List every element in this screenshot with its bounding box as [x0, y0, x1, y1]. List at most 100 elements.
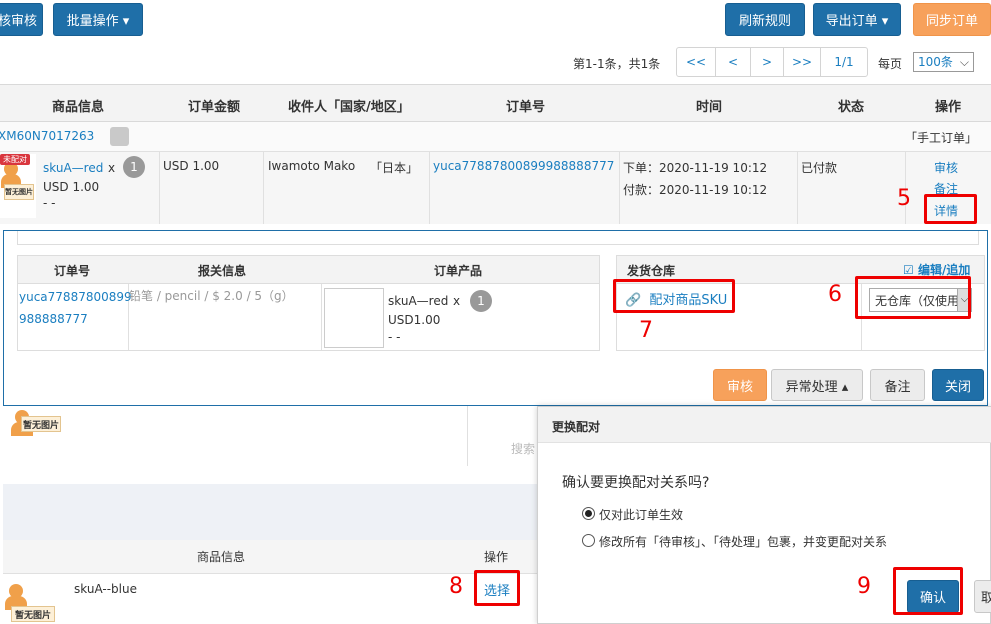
- order-amount: USD 1.00: [163, 159, 220, 173]
- detail-price: USD1.00: [388, 313, 441, 327]
- detail-audit-button[interactable]: 审核: [713, 369, 767, 401]
- option1-radio[interactable]: [582, 507, 595, 520]
- col-product: 商品信息: [52, 100, 105, 115]
- warehouse-col-title: 发货仓库: [627, 264, 676, 278]
- detail-remark-button[interactable]: 备注: [870, 369, 925, 401]
- bg-header: [3, 540, 537, 574]
- quantity-badge: 1: [123, 156, 145, 178]
- page-first-button[interactable]: <<: [676, 47, 716, 77]
- step-9-label: 9: [857, 574, 871, 599]
- bg-col-actions: 操作: [484, 550, 509, 564]
- chevron-down-icon: ⌵: [959, 55, 969, 69]
- order-price: USD 1.00: [43, 180, 100, 194]
- placed-time: 下单：2020-11-19 10:12: [623, 161, 768, 175]
- qty-x: x: [108, 161, 116, 175]
- detail-order-no-line2[interactable]: 988888777: [19, 312, 88, 326]
- order-products-header: [18, 256, 599, 284]
- cancel-label: 取: [981, 591, 991, 606]
- detail-qty-x: x: [453, 294, 461, 308]
- col-actions: 操作: [935, 100, 962, 115]
- refresh-rules-button[interactable]: 刷新规则: [725, 3, 805, 36]
- edit-add-label: 编辑/追加: [917, 263, 971, 277]
- detail-col-order-no: 订单号: [54, 264, 91, 278]
- detail-close-button[interactable]: 关闭: [932, 369, 984, 401]
- detail-remark-label: 备注: [884, 379, 911, 395]
- per-page-value: 100条: [918, 55, 953, 69]
- page-next-button[interactable]: >: [750, 47, 784, 77]
- highlight-warehouse-select: [855, 276, 971, 319]
- recipient-country: 「日本」: [370, 161, 419, 175]
- order-products-table: 订单号 报关信息 订单产品 yuca77887800899 988888777 …: [17, 255, 600, 351]
- export-orders-label: 导出订单 ▾: [825, 14, 889, 29]
- orders-table-header: 商品信息 订单金额 收件人「国家/地区」 订单号 时间 状态 操作: [0, 84, 991, 122]
- copy-icon[interactable]: [110, 127, 129, 146]
- batch-operations-button[interactable]: 批量操作 ▾: [53, 3, 143, 36]
- sync-orders-label: 同步订单: [925, 14, 978, 29]
- highlight-match-sku: [613, 279, 735, 313]
- col-recipient: 收件人「国家/地区」: [288, 100, 410, 115]
- no-image-label: 暂无图片: [4, 184, 34, 200]
- step-7-label: 7: [639, 318, 653, 343]
- detail-dash: - -: [388, 330, 401, 344]
- bg-sku-thumbnail: 暂无图片: [3, 578, 63, 624]
- per-page-select[interactable]: 100条 ⌵: [913, 52, 974, 72]
- bg-col-product: 商品信息: [197, 550, 246, 564]
- highlight-select: [474, 570, 520, 606]
- option2-radio[interactable]: [582, 534, 595, 547]
- paid-time: 付款：2020-11-19 10:12: [623, 183, 768, 197]
- exception-handling-label: 异常处理 ▴: [785, 379, 849, 395]
- option1-label: 仅对此订单生效: [599, 508, 684, 522]
- cancel-button[interactable]: 取: [974, 580, 991, 613]
- detail-top-strip: [17, 231, 979, 245]
- order-status: 已付款: [801, 161, 838, 175]
- recipient-name: Iwamoto Mako: [268, 159, 356, 173]
- highlight-detail: [924, 194, 977, 224]
- customs-info: 铅笔 / pencil / $ 2.0 / 5（g）: [129, 289, 294, 303]
- sync-orders-button[interactable]: 同步订单: [913, 3, 991, 36]
- detail-quantity-badge: 1: [470, 290, 492, 312]
- package-number[interactable]: XM60N7017263: [0, 129, 94, 143]
- bg-sku-no-image-label: 暂无图片: [11, 606, 55, 622]
- action-audit-link[interactable]: 审核: [934, 159, 958, 176]
- unmatched-badge: 未配对: [0, 154, 30, 165]
- detail-order-no-line1[interactable]: yuca77887800899: [19, 290, 132, 304]
- dialog-header: [538, 407, 991, 443]
- page-indicator: 1/1: [820, 47, 868, 77]
- audit-button[interactable]: 核审核: [0, 3, 43, 36]
- detail-col-product: 订单产品: [434, 264, 483, 278]
- batch-operations-label: 批量操作 ▾: [66, 14, 130, 29]
- col-status: 状态: [838, 100, 865, 115]
- step-8-label: 8: [449, 574, 463, 599]
- bg-no-image-label: 暂无图片: [21, 416, 61, 432]
- page-prev-button[interactable]: <: [715, 47, 751, 77]
- package-row: XM60N7017263 「手工订单」: [0, 122, 991, 152]
- refresh-rules-label: 刷新规则: [738, 14, 791, 29]
- highlight-confirm: [893, 567, 963, 615]
- order-row: 暂无图片 未配对 skuA—red x 1 USD 1.00 - - USD 1…: [0, 152, 991, 224]
- exception-handling-button[interactable]: 异常处理 ▴: [771, 369, 863, 401]
- step-6-label: 6: [828, 282, 842, 307]
- search-label: 搜索: [511, 442, 536, 456]
- order-dash: - -: [43, 196, 56, 210]
- option2-label: 修改所有「待审核」、「待处理」包裹，并变更配对关系: [599, 535, 888, 549]
- order-number-link[interactable]: yuca77887800899988888777: [433, 159, 614, 173]
- dialog-title: 更换配对: [552, 420, 601, 434]
- radio-selected-dot: [585, 510, 592, 517]
- bg-divider-band: [3, 484, 537, 540]
- detail-close-label: 关闭: [944, 379, 971, 395]
- detail-product-image: [324, 288, 384, 348]
- detail-sku: skuA—red: [388, 294, 449, 308]
- per-page-label: 每页: [878, 57, 903, 71]
- page-last-button[interactable]: >>: [783, 47, 821, 77]
- dialog-question: 确认要更换配对关系吗?: [562, 475, 710, 491]
- audit-button-label: 核审核: [0, 14, 37, 29]
- detail-audit-label: 审核: [726, 379, 753, 395]
- col-amount: 订单金额: [188, 100, 241, 115]
- order-sku-link[interactable]: skuA—red: [43, 161, 103, 175]
- bg-product-thumbnail: 暂无图片: [3, 406, 73, 452]
- col-time: 时间: [696, 100, 723, 115]
- manual-order-tag: 「手工订单」: [905, 131, 978, 145]
- bg-sku-name: skuA--blue: [74, 582, 137, 596]
- export-orders-button[interactable]: 导出订单 ▾: [813, 3, 901, 36]
- step-5-label: 5: [897, 186, 911, 211]
